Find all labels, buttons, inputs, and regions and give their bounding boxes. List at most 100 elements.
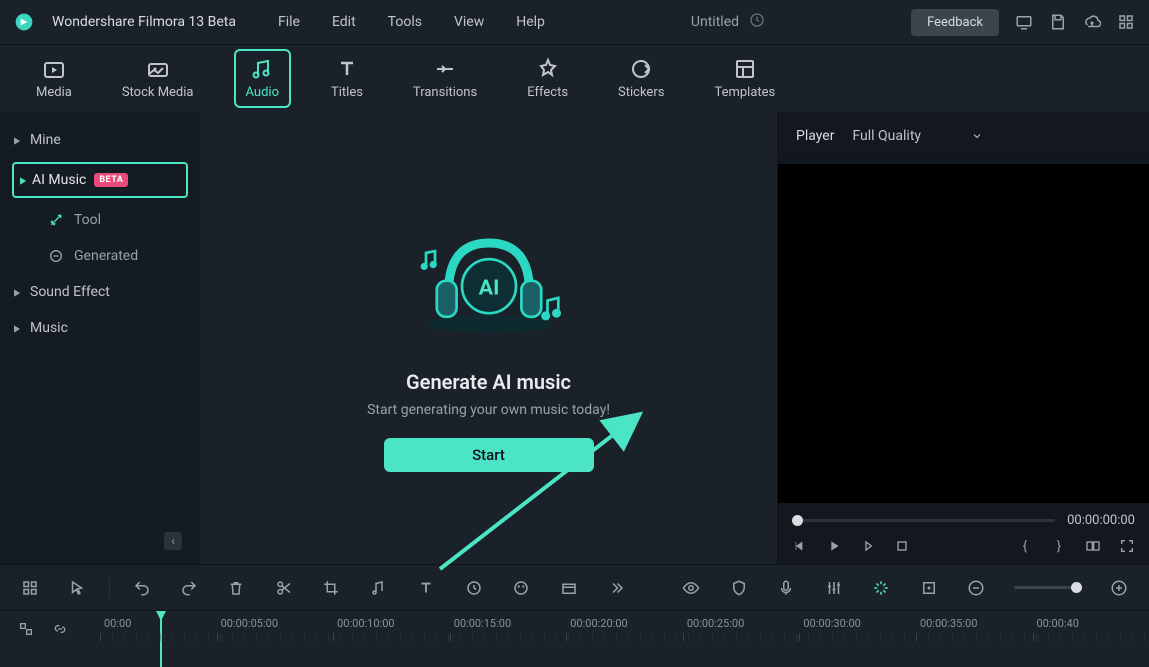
sidebar-item-ai-music[interactable]: AI Music BETA <box>12 162 188 198</box>
timeline-controls <box>0 611 100 667</box>
time-ticks: 00:00 00:00:05:00 00:00:10:00 00:00:15:0… <box>100 617 1149 630</box>
video-preview[interactable] <box>778 164 1149 503</box>
prev-frame-button[interactable] <box>792 538 808 554</box>
sidebar-item-generated[interactable]: Generated <box>0 238 200 274</box>
tab-media[interactable]: Media <box>26 51 82 106</box>
visibility-icon[interactable] <box>682 578 701 598</box>
menu-help[interactable]: Help <box>516 14 545 30</box>
svg-text:AI: AI <box>478 275 499 300</box>
fullscreen-icon[interactable] <box>1119 538 1135 554</box>
tab-effects[interactable]: Effects <box>517 51 578 106</box>
tab-titles[interactable]: Titles <box>321 51 373 106</box>
stop-button[interactable] <box>894 538 910 554</box>
link-tracks-icon[interactable] <box>52 621 68 641</box>
sidebar-item-sound-effect[interactable]: Sound Effect <box>0 274 200 310</box>
annotation-arrow <box>410 394 670 574</box>
apps-grid-icon[interactable] <box>1117 13 1135 31</box>
sidebar-item-tool[interactable]: Tool <box>0 202 200 238</box>
separator <box>109 578 110 598</box>
marker-icon[interactable] <box>919 578 938 598</box>
beta-badge: BETA <box>94 173 128 187</box>
document-title: Untitled <box>691 14 739 30</box>
mark-out-button[interactable]: } <box>1051 538 1067 554</box>
menu-edit[interactable]: Edit <box>332 14 356 30</box>
scrub-row: 00:00:00:00 <box>778 507 1149 534</box>
audio-edit-icon[interactable] <box>369 578 388 598</box>
zoom-slider[interactable] <box>1014 586 1082 589</box>
ai-music-title: Generate AI music <box>406 370 571 394</box>
pointer-tool-icon[interactable] <box>67 578 86 598</box>
tab-templates[interactable]: Templates <box>704 51 785 106</box>
media-tabs: Media Stock Media Audio Titles Transitio… <box>0 44 1149 112</box>
sidebar-item-mine[interactable]: Mine <box>0 122 200 158</box>
tick: 00:00 <box>100 617 217 630</box>
tab-stickers[interactable]: Stickers <box>608 51 674 106</box>
document-title-area: Untitled <box>563 12 893 32</box>
menu-view[interactable]: View <box>454 14 484 30</box>
tab-media-label: Media <box>36 85 72 100</box>
tab-stock-label: Stock Media <box>122 85 194 100</box>
play-button[interactable] <box>826 538 842 554</box>
shield-icon[interactable] <box>729 578 748 598</box>
ai-music-illustration: AI <box>399 204 579 354</box>
color-icon[interactable] <box>511 578 530 598</box>
zoom-handle[interactable] <box>1071 582 1082 593</box>
track-options-icon[interactable] <box>18 621 34 641</box>
chevron-down-icon <box>971 130 983 142</box>
text-tool-icon[interactable] <box>416 578 435 598</box>
more-tools-icon[interactable] <box>606 578 625 598</box>
undo-icon[interactable] <box>132 578 151 598</box>
player-timecode: 00:00:00:00 <box>1067 513 1135 528</box>
tick: 00:00:15:00 <box>450 617 567 630</box>
audio-mixer-icon[interactable] <box>824 578 843 598</box>
wand-icon <box>48 212 64 228</box>
tab-stickers-label: Stickers <box>618 85 664 100</box>
scrub-bar[interactable] <box>792 519 1055 522</box>
collapse-sidebar-button[interactable]: ‹ <box>164 532 182 550</box>
delete-icon[interactable] <box>227 578 246 598</box>
tick: 00:00:40 <box>1033 617 1149 630</box>
timeline-ruler[interactable]: 00:00 00:00:05:00 00:00:10:00 00:00:15:0… <box>100 611 1149 667</box>
start-button[interactable]: Start <box>384 438 594 472</box>
zoom-out-icon[interactable] <box>966 578 985 598</box>
redo-icon[interactable] <box>179 578 198 598</box>
titlebar: Wondershare Filmora 13 Beta File Edit To… <box>0 0 1149 44</box>
microphone-icon[interactable] <box>777 578 796 598</box>
menu-tools[interactable]: Tools <box>388 14 422 30</box>
speed-icon[interactable] <box>464 578 483 598</box>
compare-icon[interactable] <box>1085 538 1101 554</box>
tab-transitions-label: Transitions <box>413 85 477 100</box>
display-settings-icon[interactable] <box>1015 13 1033 31</box>
cloud-upload-icon[interactable] <box>1083 13 1101 31</box>
crop-icon[interactable] <box>322 578 341 598</box>
main-area: Mine AI Music BETA Tool Generated Sound … <box>0 112 1149 564</box>
mark-in-button[interactable]: { <box>1017 538 1033 554</box>
sidebar-item-music[interactable]: Music <box>0 310 200 346</box>
tick: 00:00:25:00 <box>683 617 800 630</box>
menubar: File Edit Tools View Help <box>278 14 545 30</box>
menu-file[interactable]: File <box>278 14 300 30</box>
player-controls: { } <box>778 534 1149 564</box>
feedback-button[interactable]: Feedback <box>911 9 999 36</box>
cut-icon[interactable] <box>274 578 293 598</box>
save-icon[interactable] <box>1049 13 1067 31</box>
effects-tool-icon[interactable] <box>559 578 578 598</box>
tab-stock-media[interactable]: Stock Media <box>112 51 204 106</box>
tab-transitions[interactable]: Transitions <box>403 51 487 106</box>
zoom-in-icon[interactable] <box>1110 578 1129 598</box>
player-panel: Player Full Quality 00:00:00:00 { } <box>777 112 1149 564</box>
tick: 00:00:30:00 <box>799 617 916 630</box>
quality-dropdown[interactable]: Full Quality <box>852 128 983 144</box>
sync-status-icon <box>749 12 765 32</box>
tick: 00:00:05:00 <box>217 617 334 630</box>
tick: 00:00:35:00 <box>916 617 1033 630</box>
snap-icon[interactable] <box>871 578 890 598</box>
tab-audio[interactable]: Audio <box>234 49 291 108</box>
player-label: Player <box>796 128 834 144</box>
timeline: 00:00 00:00:05:00 00:00:10:00 00:00:15:0… <box>0 610 1149 667</box>
layout-grid-icon[interactable] <box>20 578 39 598</box>
next-frame-button[interactable] <box>860 538 876 554</box>
scrub-handle[interactable] <box>792 515 803 526</box>
list-icon <box>48 248 64 264</box>
timeline-toolbar <box>0 564 1149 610</box>
